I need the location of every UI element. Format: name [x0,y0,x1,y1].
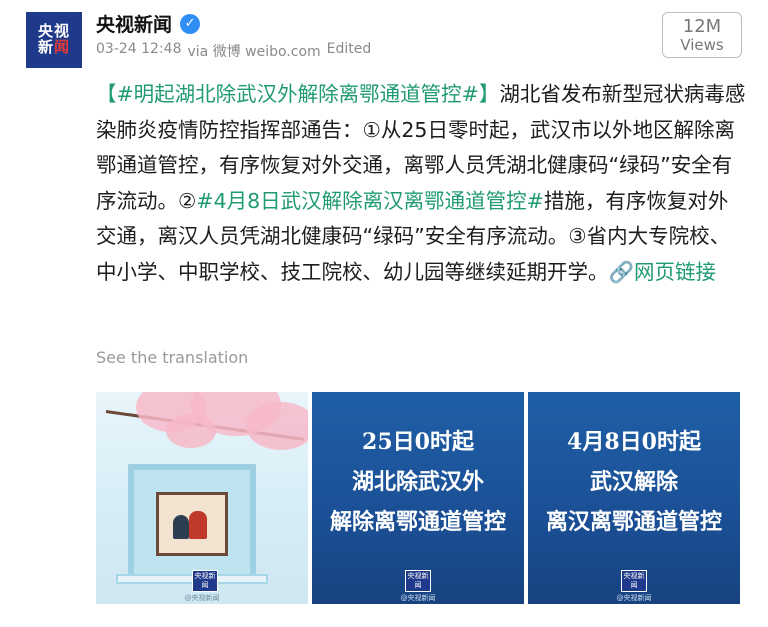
watermark: @央视新闻 [616,594,652,602]
room-illustration [156,492,228,556]
hashtag-topic-1[interactable]: 【#明起湖北除武汉外解除离鄂通道管控#】 [96,82,499,106]
gallery-image-illustration[interactable]: 央视新闻 @央视新闻 [96,392,308,604]
post-body: 【#明起湖北除武汉外解除离鄂通道管控#】湖北省发布新型冠状病毒感染肺炎疫情防控指… [96,77,746,290]
account-name[interactable]: 央视新闻 [96,10,172,37]
window-illustration [128,464,256,582]
gallery-image-notice-1[interactable]: 25日0时起 湖北除武汉外 解除离鄂通道管控 央视新闻 @央视新闻 [312,392,524,604]
hashtag-topic-2[interactable]: #4月8日武汉解除离汉离鄂通道管控# [196,189,543,213]
avatar-line2: 新闻 [37,38,71,56]
avatar[interactable]: 央视 新闻 [26,12,82,68]
notice-2-line1: 4月8日0时起 [567,429,701,455]
blossom-cluster [166,414,216,448]
notice-1-line2: 湖北除武汉外 [351,469,484,495]
notice-2-line2: 武汉解除 [589,469,678,495]
see-translation-link[interactable]: See the translation [96,348,248,367]
post-meta: 03-24 12:48 via 微博 weibo.com Edited [96,41,371,61]
web-link-label: 网页链接 [634,259,717,284]
verified-badge-icon: ✓ [180,13,201,34]
post-header: 央视 新闻 央视新闻 ✓ 03-24 12:48 via 微博 weibo.co… [0,0,768,75]
gallery-image-notice-2[interactable]: 4月8日0时起 武汉解除 离汉离鄂通道管控 央视新闻 @央视新闻 [528,392,740,604]
link-icon: 🔗 [608,259,635,284]
cctv-news-logo: 央视新闻 [405,570,431,592]
notice-1-line3: 解除离鄂通道管控 [329,509,506,535]
notice-1-line1: 25日0时起 [362,429,474,455]
person-figure [189,511,207,539]
timestamp: 03-24 12:48 [96,41,182,57]
post-source: via 微博 weibo.com [187,44,321,60]
notice-2-line3: 离汉离鄂通道管控 [545,509,722,535]
edited-label[interactable]: Edited [327,41,372,61]
views-label: Views [680,35,724,54]
name-row: 央视新闻 ✓ [96,10,201,37]
person-figure [173,515,189,539]
cctv-news-logo: 央视新闻 [192,570,218,592]
views-count: 12M [682,15,722,37]
image-gallery: 央视新闻 @央视新闻 25日0时起 湖北除武汉外 解除离鄂通道管控 央视新闻 @… [96,392,740,604]
web-link[interactable]: 🔗网页链接 [609,260,717,284]
watermark: @央视新闻 [184,594,220,602]
blossom-cluster [246,402,308,450]
watermark: @央视新闻 [400,594,436,602]
views-counter: 12M Views [662,12,742,58]
cctv-news-logo: 央视新闻 [621,570,647,592]
